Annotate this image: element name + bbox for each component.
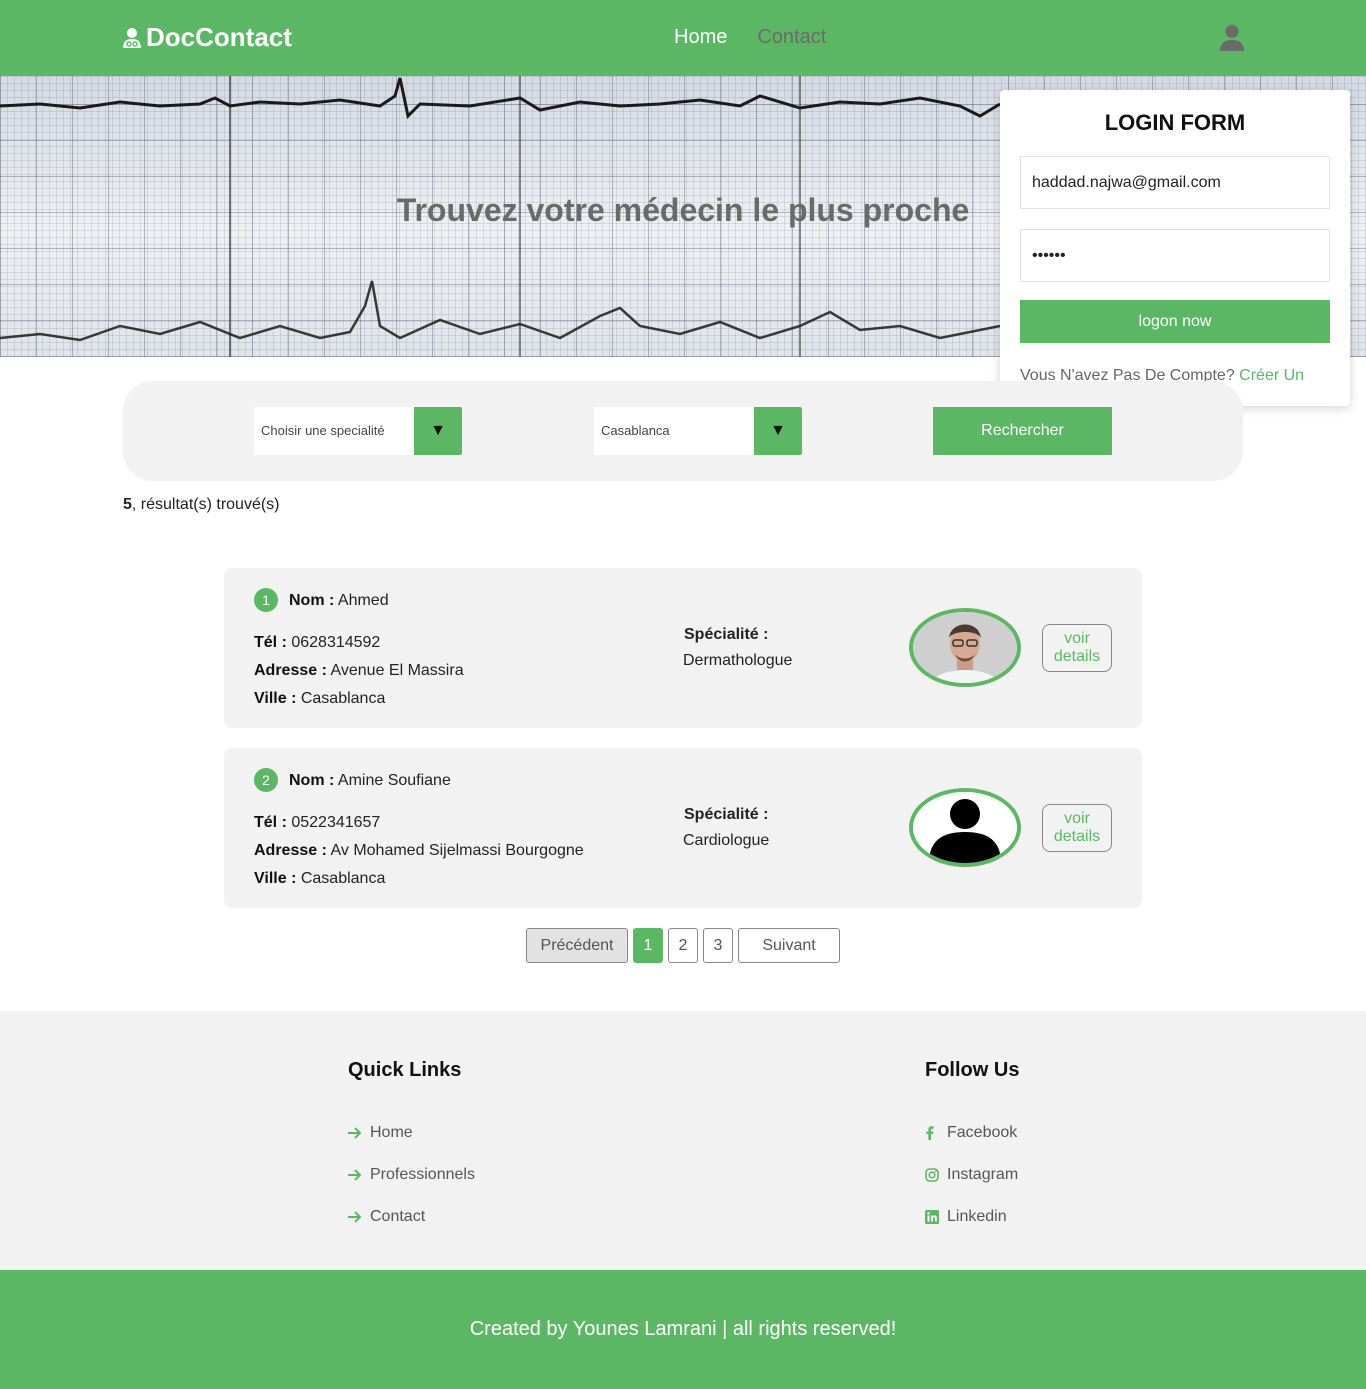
tel-value: 0522341657: [291, 814, 381, 831]
search-bar: Choisir une specialité ▼ Casablanca ▼ Re…: [123, 381, 1243, 481]
adresse-label: Adresse :: [254, 842, 327, 859]
doctor-city: Ville : Casablanca: [254, 870, 385, 888]
instagram-icon: [925, 1168, 947, 1182]
specialite-label: Spécialité :: [684, 806, 769, 823]
previous-page-button[interactable]: Précédent: [526, 928, 628, 963]
specialite-select[interactable]: Choisir une specialité ▼: [254, 407, 462, 455]
ville-value: Casablanca: [300, 690, 386, 707]
tel-value: 0628314592: [291, 634, 381, 651]
login-submit-button[interactable]: logon now: [1020, 300, 1330, 343]
quick-links-title: Quick Links: [348, 1059, 462, 1081]
card-index-badge: 2: [254, 768, 278, 792]
adresse-value: Avenue El Massira: [330, 662, 464, 679]
ville-label: Ville :: [254, 690, 297, 707]
dropdown-arrow-icon[interactable]: ▼: [414, 407, 462, 455]
ville-label: Ville :: [254, 870, 297, 887]
social-link-label: Instagram: [947, 1166, 1019, 1183]
voir-details-button[interactable]: voir details: [1042, 804, 1112, 852]
doctor-name: Nom : Ahmed: [289, 592, 389, 610]
footer-link-label: Contact: [370, 1208, 426, 1225]
doctor-address: Adresse : Avenue El Massira: [254, 662, 464, 680]
social-link-linkedin[interactable]: Linkedin: [925, 1196, 1019, 1238]
voir-details-button[interactable]: voir details: [1042, 624, 1112, 672]
social-link-label: Linkedin: [947, 1208, 1007, 1225]
dropdown-arrow-icon[interactable]: ▼: [754, 407, 802, 455]
doctor-name: Nom : Amine Soufiane: [289, 772, 451, 790]
copyright-bar: Created by Younes Lamrani | all rights r…: [0, 1270, 1366, 1389]
results-count: 5, résultat(s) trouvé(s): [123, 496, 280, 514]
follow-us-title: Follow Us: [925, 1059, 1020, 1081]
pagination: Précédent 1 2 3 Suivant: [0, 928, 1366, 963]
details-label: details: [1053, 828, 1101, 845]
user-icon: [1220, 25, 1244, 51]
card-index-badge: 1: [254, 588, 278, 612]
nom-label: Nom :: [289, 772, 335, 789]
user-silhouette-icon: [913, 792, 1017, 863]
doctor-photo: [909, 608, 1021, 687]
footer-link-professionnels[interactable]: Professionnels: [348, 1154, 475, 1196]
next-page-button[interactable]: Suivant: [738, 928, 840, 963]
results-text: , résultat(s) trouvé(s): [131, 496, 280, 513]
specialite-select-value: Choisir une specialité: [261, 423, 385, 438]
details-label: details: [1053, 648, 1101, 665]
brand-name: DocContact: [146, 22, 292, 52]
tel-label: Tél :: [254, 814, 287, 831]
results-number: 5: [123, 496, 132, 513]
follow-us-section: Follow Us Facebook Instagram Linkedin: [925, 1059, 1019, 1238]
doctor-phone: Tél : 0628314592: [254, 634, 380, 652]
specialite-label: Spécialité :: [684, 626, 769, 643]
quick-links-section: Quick Links Home Professionnels Contact: [348, 1059, 475, 1238]
nom-value: Amine Soufiane: [337, 772, 451, 789]
arrow-right-icon: [348, 1127, 370, 1139]
nav-home-link[interactable]: Home: [674, 26, 727, 49]
doctor-icon: [123, 27, 141, 48]
signup-link[interactable]: Créer Un: [1239, 367, 1304, 384]
doctor-card: 1 Nom : Ahmed Tél : 0628314592 Adresse :…: [224, 568, 1142, 728]
page-1-button[interactable]: 1: [633, 928, 663, 963]
nom-value: Ahmed: [337, 592, 389, 609]
footer-link-label: Home: [370, 1124, 413, 1141]
copyright-text: Created by Younes Lamrani | all rights r…: [469, 1318, 897, 1340]
doctor-phone: Tél : 0522341657: [254, 814, 380, 832]
ville-value: Casablanca: [300, 870, 386, 887]
voir-label: voir: [1064, 810, 1090, 827]
email-field[interactable]: [1020, 156, 1330, 209]
tel-label: Tél :: [254, 634, 287, 651]
linkedin-icon: [925, 1210, 947, 1224]
facebook-icon: [925, 1126, 947, 1140]
arrow-right-icon: [348, 1169, 370, 1181]
top-navbar: DocContact Home Contact: [0, 0, 1366, 76]
social-link-instagram[interactable]: Instagram: [925, 1154, 1019, 1196]
doctor-address: Adresse : Av Mohamed Sijelmassi Bourgogn…: [254, 842, 584, 860]
footer-link-contact[interactable]: Contact: [348, 1196, 475, 1238]
nav-contact-link[interactable]: Contact: [757, 26, 826, 49]
social-link-facebook[interactable]: Facebook: [925, 1112, 1019, 1154]
adresse-value: Av Mohamed Sijelmassi Bourgogne: [330, 842, 584, 859]
page-3-button[interactable]: 3: [703, 928, 733, 963]
doctor-card: 2 Nom : Amine Soufiane Tél : 0522341657 …: [224, 748, 1142, 908]
search-button[interactable]: Rechercher: [933, 407, 1112, 455]
doctor-city: Ville : Casablanca: [254, 690, 385, 708]
main-nav: Home Contact: [674, 26, 826, 49]
adresse-label: Adresse :: [254, 662, 327, 679]
page-2-button[interactable]: 2: [668, 928, 698, 963]
footer-link-label: Professionnels: [370, 1166, 475, 1183]
footer: Quick Links Home Professionnels Contact …: [0, 1011, 1366, 1270]
default-avatar: [909, 788, 1021, 867]
arrow-right-icon: [348, 1211, 370, 1223]
specialite-value: Dermathologue: [683, 652, 793, 669]
nom-label: Nom :: [289, 592, 335, 609]
social-link-label: Facebook: [947, 1124, 1018, 1141]
specialite-value: Cardiologue: [683, 832, 770, 849]
ville-select-value: Casablanca: [601, 423, 670, 438]
ville-select[interactable]: Casablanca ▼: [594, 407, 802, 455]
login-form: LOGIN FORM logon now Vous N'avez Pas De …: [1000, 90, 1350, 406]
brand-logo[interactable]: DocContact: [122, 22, 292, 53]
voir-label: voir: [1064, 630, 1090, 647]
footer-link-home[interactable]: Home: [348, 1112, 475, 1154]
password-field[interactable]: [1020, 229, 1330, 282]
user-account-button[interactable]: [1219, 24, 1245, 52]
login-title: LOGIN FORM: [1104, 110, 1246, 135]
